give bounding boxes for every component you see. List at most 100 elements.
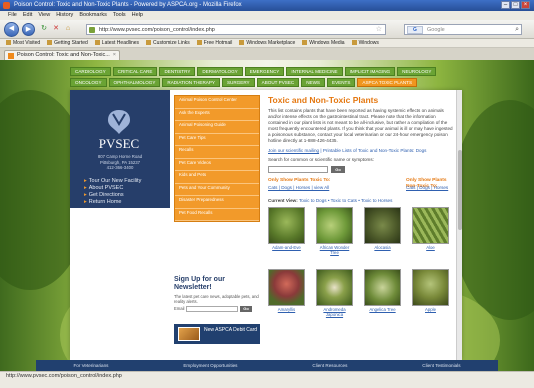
nav-events[interactable]: EVENTS <box>327 78 356 87</box>
site-favicon <box>89 27 95 33</box>
plant-card[interactable]: Adam-and-Eve <box>268 207 305 250</box>
menu-item[interactable]: Recalls <box>175 146 259 159</box>
plant-card[interactable]: Angelica Tree <box>364 269 401 312</box>
nav-cardiology[interactable]: CARDIOLOGY <box>70 67 111 76</box>
nav-neurology[interactable]: NEUROLOGY <box>397 67 437 76</box>
forward-button[interactable]: ▶ <box>22 23 35 36</box>
menu-item[interactable]: Pet Food Recalls <box>175 209 259 221</box>
nav-surgery[interactable]: SURGERY <box>221 78 255 87</box>
menu-item[interactable]: Disaster Preparedness <box>175 196 259 209</box>
plant-search-go-button[interactable]: Go <box>331 166 345 173</box>
plant-card[interactable]: Andromeda Japonica <box>316 269 353 317</box>
menu-item[interactable]: Animal Poison Control Center <box>175 96 259 109</box>
mailing-link[interactable]: Join our scientific mailing <box>268 148 319 153</box>
footer-link[interactable]: Client Testimonials <box>422 363 460 368</box>
menu-item[interactable]: Pets and Your Community <box>175 184 259 196</box>
close-button[interactable]: × <box>521 1 530 9</box>
email-field[interactable] <box>186 306 238 312</box>
toxic-filter-heading: Only Show Plants Toxic To: <box>268 178 331 183</box>
menu-help[interactable]: Help <box>132 11 143 20</box>
link-get-directions[interactable]: Get Directions <box>84 192 166 199</box>
tab-close-icon[interactable]: × <box>113 51 116 60</box>
nav-internal-medicine[interactable]: INTERNAL MEDICINE <box>286 67 343 76</box>
menu-file[interactable]: File <box>8 11 17 20</box>
nav-emergency[interactable]: EMERGENCY <box>244 67 285 76</box>
menu-edit[interactable]: Edit <box>23 11 32 20</box>
plant-card[interactable]: African Wonder Tree <box>316 207 353 255</box>
plant-image <box>412 207 449 244</box>
debit-card-promo[interactable]: New ASPCA Debit Card <box>174 324 260 344</box>
menu-bookmarks[interactable]: Bookmarks <box>79 11 107 20</box>
minimize-button[interactable]: – <box>501 1 510 9</box>
printable-lists-link[interactable]: Printable Lists of Toxic and Non-Toxic P… <box>323 148 427 153</box>
bookmark-item[interactable]: Windows <box>352 39 379 47</box>
alert-links: Join our scientific mailing | Printable … <box>268 148 427 153</box>
bookmark-item[interactable]: Free Hotmail <box>197 39 233 47</box>
address-bar[interactable]: http://www.pvsec.com/poison_control/inde… <box>86 24 386 35</box>
nav-about-pvsec[interactable]: ABOUT PVSEC <box>256 78 300 87</box>
search-placeholder: Google <box>427 27 445 33</box>
bookmark-item[interactable]: Most Visited <box>6 39 40 47</box>
search-icon[interactable]: ⌕ <box>515 25 519 35</box>
bookmark-item[interactable]: Latest Headlines <box>95 39 139 47</box>
menu-view[interactable]: View <box>38 11 50 20</box>
menu-item[interactable]: Kids and Pets <box>175 171 259 184</box>
plant-search-input[interactable] <box>268 166 328 173</box>
nav-imaging[interactable]: IMPLICIT IMAGING <box>344 67 396 76</box>
menu-item[interactable]: Animal Poisoning Guide <box>175 121 259 134</box>
menu-history[interactable]: History <box>56 11 73 20</box>
scrollbar-thumb[interactable] <box>458 150 462 230</box>
menu-tools[interactable]: Tools <box>113 11 126 20</box>
plant-card[interactable]: Aloe <box>412 207 449 250</box>
left-column: PVSEC 807 Camp Horne Road Pittsburgh, PA… <box>70 90 170 208</box>
address-bar-url: http://www.pvsec.com/poison_control/inde… <box>99 27 215 33</box>
bookmark-item[interactable]: Windows Marketplace <box>239 39 295 47</box>
link-return-home[interactable]: Return Home <box>84 199 166 206</box>
link-tour-facility[interactable]: Tour Our New Facility <box>84 178 166 185</box>
nav-oncology[interactable]: ONCOLOGY <box>70 78 107 87</box>
pvsec-logo[interactable]: PVSEC <box>84 108 154 152</box>
stop-icon[interactable]: ✕ <box>52 25 60 33</box>
site-footer: For Veterinarians Employment Opportuniti… <box>36 360 498 371</box>
nav-ophthalmology[interactable]: OPHTHALMOLOGY <box>108 78 161 87</box>
footer-link[interactable]: Employment Opportunities <box>183 363 237 368</box>
bookmark-star-icon[interactable]: ☆ <box>376 25 382 35</box>
footer-link[interactable]: Client Resources <box>312 363 347 368</box>
plant-image <box>364 207 401 244</box>
back-button[interactable]: ◀ <box>4 22 19 37</box>
nav-radiation-therapy[interactable]: RADIATION THERAPY <box>162 78 220 87</box>
plant-card[interactable]: Amaryllis <box>268 269 305 312</box>
maximize-button[interactable]: □ <box>511 1 520 9</box>
footer-link[interactable]: For Veterinarians <box>73 363 108 368</box>
reload-icon[interactable]: ↻ <box>40 25 48 33</box>
nav-dentistry[interactable]: DENTISTRY <box>159 67 196 76</box>
home-icon[interactable]: ⌂ <box>64 25 72 33</box>
current-view-label: Current View: <box>268 198 298 203</box>
bookmark-item[interactable]: Getting Started <box>47 39 88 47</box>
nav-aspca-toxic-plants[interactable]: ASPCA TOXIC PLANTS <box>357 78 418 87</box>
menu-item[interactable]: Pet Care Videos <box>175 159 259 171</box>
email-go-button[interactable]: Go <box>240 306 252 312</box>
bookmark-item[interactable]: Customize Links <box>146 39 190 47</box>
plant-image <box>412 269 449 306</box>
menu-item[interactable]: Pet Care Tips <box>175 134 259 146</box>
nav-news[interactable]: NEWS <box>301 78 325 87</box>
address-block: 807 Camp Horne Road Pittsburgh, PA 15237… <box>76 154 164 171</box>
content-scrollbar[interactable] <box>456 90 462 360</box>
tab-bar: Poison Control: Toxic and Non-Toxic... × <box>0 48 534 60</box>
toxic-filter-links[interactable]: Cats | Dogs | Horses | view All <box>268 185 329 191</box>
search-box[interactable]: G Google ⌕ <box>404 24 522 35</box>
plant-card[interactable]: Alocasia <box>364 207 401 250</box>
nav-dermatology[interactable]: DERMATOLOGY <box>197 67 243 76</box>
tab-poison-control[interactable]: Poison Control: Toxic and Non-Toxic... × <box>4 50 120 60</box>
newsletter-signup: Sign Up for our Newsletter! The latest p… <box>174 276 260 314</box>
menu-item[interactable]: Ask the Experts <box>175 109 259 121</box>
link-about-pvsec[interactable]: About PVSEC <box>84 185 166 192</box>
bookmark-item[interactable]: Windows Media <box>302 39 344 47</box>
email-row: Email Go <box>174 306 254 313</box>
nontoxic-filter-links[interactable]: Cats | Dogs | Horses <box>406 185 448 191</box>
nav-critical-care[interactable]: CRITICAL CARE <box>112 67 158 76</box>
plant-card[interactable]: Apple <box>412 269 449 312</box>
search-engine-icon[interactable]: G <box>407 26 423 34</box>
plant-search-row: Go <box>268 165 454 174</box>
